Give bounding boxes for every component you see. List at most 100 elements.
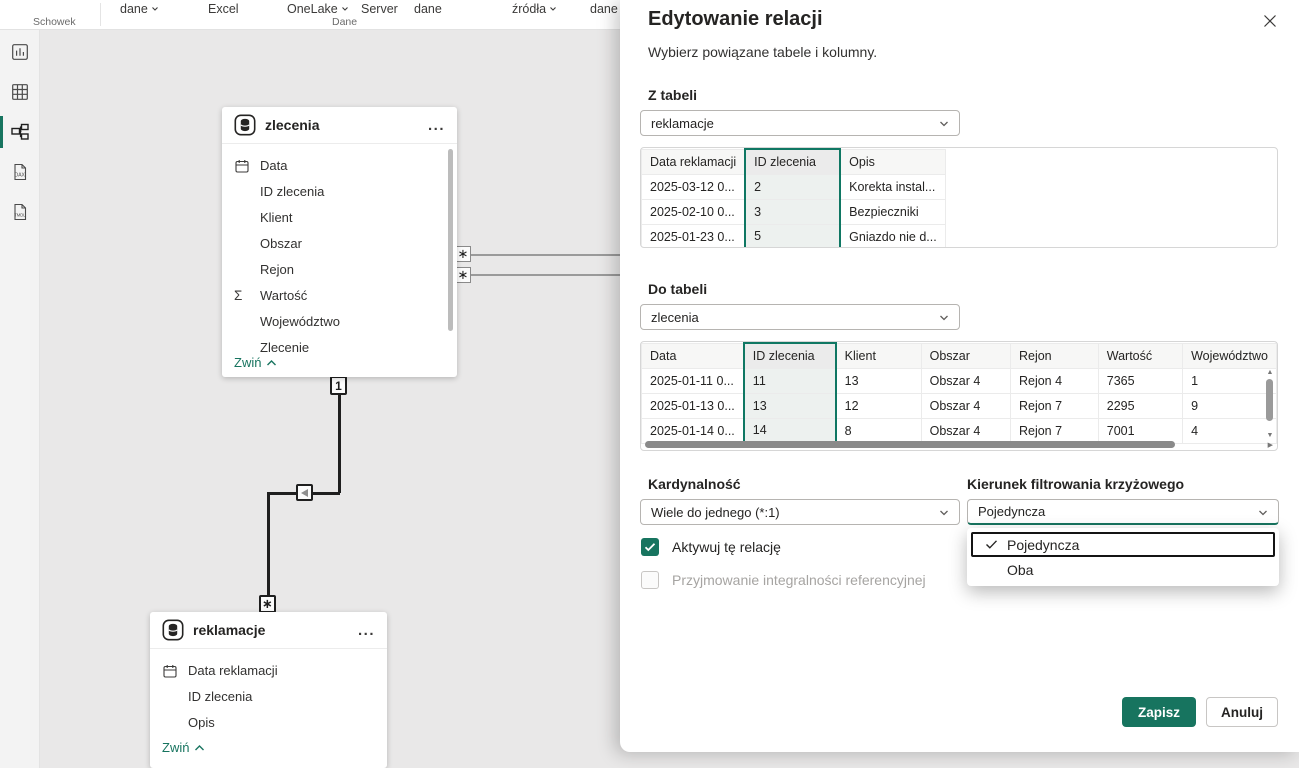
column-header[interactable]: Data xyxy=(642,343,744,368)
collapse-link[interactable]: Zwiń xyxy=(234,355,277,370)
column-header[interactable]: Data reklamacji xyxy=(642,149,746,174)
save-button[interactable]: Zapisz xyxy=(1122,697,1196,727)
table-card-header[interactable]: reklamacje ... xyxy=(150,612,387,649)
vertical-scrollbar[interactable]: ▲ ▼ xyxy=(1265,369,1275,440)
cell[interactable]: 2025-01-11 0... xyxy=(642,368,744,393)
active-relationship-checkbox[interactable] xyxy=(641,538,659,556)
cell[interactable]: 2025-01-13 0... xyxy=(642,393,744,418)
menu-item-pojedyncza[interactable]: Pojedyncza xyxy=(971,532,1275,557)
field-item[interactable]: Opis xyxy=(150,710,387,736)
ribbon-item-get-data[interactable]: dane xyxy=(120,2,159,16)
table-card-zlecenia[interactable]: zlecenia ... Data ID zlecenia Klient Obs… xyxy=(222,107,457,377)
column-header-selected[interactable]: ID zlecenia xyxy=(745,149,840,174)
relationship-many-badge[interactable]: ∗ xyxy=(259,595,276,613)
field-item[interactable]: Zlecenie xyxy=(222,335,457,355)
model-view-icon[interactable] xyxy=(10,122,30,142)
cell[interactable]: 2025-02-10 0... xyxy=(642,199,746,224)
referential-integrity-checkbox[interactable] xyxy=(641,571,659,589)
ribbon-item-enter-data[interactable]: dane xyxy=(414,2,442,16)
cross-filter-dropdown[interactable]: Pojedyncza xyxy=(967,499,1279,525)
relationship-many-badge[interactable]: ∗ xyxy=(455,246,471,262)
ribbon-group-clipboard: Schowek xyxy=(33,16,76,28)
from-table-dropdown[interactable]: reklamacje xyxy=(640,110,960,136)
cell[interactable]: Korekta instal... xyxy=(840,174,945,199)
field-item[interactable]: Obszar xyxy=(222,231,457,257)
cell[interactable]: 2025-01-23 0... xyxy=(642,224,746,248)
scrollbar-thumb[interactable] xyxy=(645,441,1175,448)
table-view-icon[interactable] xyxy=(10,82,30,102)
cell-selected[interactable]: 2 xyxy=(745,174,840,199)
cell[interactable]: 13 xyxy=(836,368,921,393)
table-card-reklamacje[interactable]: reklamacje ... Data reklamacji ID zlecen… xyxy=(150,612,387,768)
field-item[interactable]: Województwo xyxy=(222,309,457,335)
scrollbar-thumb[interactable] xyxy=(1266,379,1273,421)
relationship-one-badge[interactable]: 1 xyxy=(330,376,347,395)
more-options-icon[interactable]: ... xyxy=(358,622,375,639)
cell[interactable]: 7365 xyxy=(1098,368,1182,393)
cell[interactable]: 9 xyxy=(1183,393,1277,418)
ribbon-item-server[interactable]: Server xyxy=(361,2,398,16)
horizontal-scrollbar[interactable]: ▶ xyxy=(645,440,1261,449)
field-item[interactable]: Data xyxy=(222,153,457,179)
close-icon[interactable] xyxy=(1263,14,1277,33)
card-scrollbar[interactable] xyxy=(448,149,453,331)
cell[interactable]: Rejon 7 xyxy=(1010,393,1098,418)
ribbon-item-label: dane xyxy=(590,2,618,16)
cell[interactable]: Gniazdo nie d... xyxy=(840,224,945,248)
scroll-up-icon[interactable]: ▲ xyxy=(1265,369,1275,377)
table-card-header[interactable]: zlecenia ... xyxy=(222,107,457,144)
column-header[interactable]: Województwo xyxy=(1183,343,1277,368)
cell-selected[interactable]: 3 xyxy=(745,199,840,224)
field-item[interactable]: ID zlecenia xyxy=(222,179,457,205)
column-header-selected[interactable]: ID zlecenia xyxy=(744,343,836,368)
relationship-many-badge[interactable]: ∗ xyxy=(455,267,471,283)
column-header[interactable]: Klient xyxy=(836,343,921,368)
table-row: 2025-01-11 0... 11 13 Obszar 4 Rejon 4 7… xyxy=(642,368,1277,393)
relationship-line-selected[interactable] xyxy=(338,378,341,493)
field-item[interactable]: Rejon xyxy=(222,257,457,283)
cell[interactable]: 2025-03-12 0... xyxy=(642,174,746,199)
cancel-button[interactable]: Anuluj xyxy=(1206,697,1278,727)
cell[interactable]: Rejon 4 xyxy=(1010,368,1098,393)
field-label: Wartość xyxy=(260,288,307,303)
column-header[interactable]: Opis xyxy=(840,149,945,174)
relationship-direction-badge[interactable] xyxy=(296,484,313,501)
dax-query-view-icon[interactable]: DAX xyxy=(10,162,30,182)
ribbon-item-recent-sources[interactable]: źródła xyxy=(512,2,557,16)
cell[interactable]: Obszar 4 xyxy=(921,393,1010,418)
ribbon-item-onelake[interactable]: OneLake xyxy=(287,2,349,16)
cardinality-label: Kardynalność xyxy=(648,476,741,492)
ribbon-separator xyxy=(100,3,101,26)
cross-filter-value: Pojedyncza xyxy=(978,504,1045,519)
cell[interactable]: 12 xyxy=(836,393,921,418)
field-item[interactable]: Klient xyxy=(222,205,457,231)
ribbon-item-transform-data[interactable]: dane xyxy=(590,2,618,16)
cell[interactable]: Bezpieczniki xyxy=(840,199,945,224)
cell[interactable]: 1 xyxy=(1183,368,1277,393)
field-item[interactable]: ID zlecenia xyxy=(150,684,387,710)
cell-selected[interactable]: 11 xyxy=(744,368,836,393)
chevron-down-icon xyxy=(938,118,950,130)
relationship-line[interactable] xyxy=(457,254,620,256)
field-item[interactable]: Σ Wartość xyxy=(222,283,457,309)
column-header[interactable]: Wartość xyxy=(1098,343,1182,368)
column-header[interactable]: Obszar xyxy=(921,343,1010,368)
report-view-icon[interactable] xyxy=(10,42,30,62)
cardinality-dropdown[interactable]: Wiele do jednego (*:1) xyxy=(640,499,960,525)
tmdl-view-icon[interactable]: TMDL xyxy=(10,202,30,222)
collapse-link[interactable]: Zwiń xyxy=(162,740,205,755)
to-table-dropdown[interactable]: zlecenia xyxy=(640,304,960,330)
scroll-right-icon[interactable]: ▶ xyxy=(1268,441,1273,449)
selected-view-indicator xyxy=(0,116,3,148)
relationship-line[interactable] xyxy=(457,274,620,276)
cell[interactable]: 2295 xyxy=(1098,393,1182,418)
cell[interactable]: Obszar 4 xyxy=(921,368,1010,393)
ribbon-item-excel[interactable]: Excel xyxy=(208,2,239,16)
column-header[interactable]: Rejon xyxy=(1010,343,1098,368)
cell-selected[interactable]: 13 xyxy=(744,393,836,418)
scroll-down-icon[interactable]: ▼ xyxy=(1265,432,1275,440)
field-item[interactable]: Data reklamacji xyxy=(150,658,387,684)
cell-selected[interactable]: 5 xyxy=(745,224,840,248)
more-options-icon[interactable]: ... xyxy=(428,117,445,134)
menu-item-oba[interactable]: Oba xyxy=(971,557,1275,582)
